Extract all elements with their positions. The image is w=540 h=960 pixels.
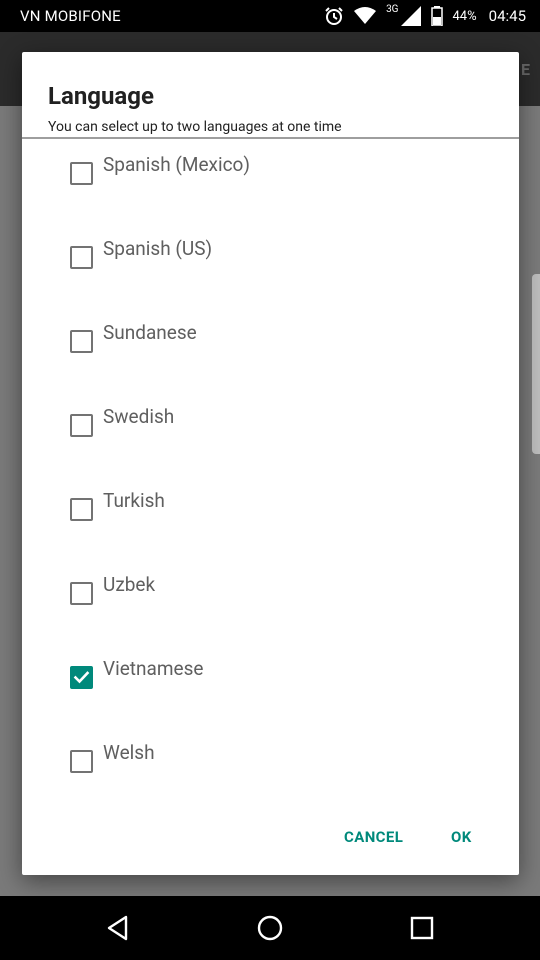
alarm-icon [324,6,344,26]
checkbox[interactable] [70,750,93,773]
language-list[interactable]: Spanish (Mexico) Spanish (US) Sundanese … [22,139,519,807]
network-type: 3G [386,3,399,15]
back-button[interactable] [86,896,150,960]
language-label: Vietnamese [103,657,204,680]
language-label: Uzbek [103,573,156,596]
language-item[interactable]: Sundanese [22,307,519,367]
language-item[interactable]: Spanish (Mexico) [22,139,519,199]
checkbox[interactable] [70,330,93,353]
dialog-title: Language [48,82,154,110]
cancel-button[interactable]: CANCEL [344,819,403,855]
dialog-actions: CANCEL OK [22,819,519,855]
checkbox[interactable] [70,246,93,269]
language-label: Spanish (Mexico) [103,153,250,176]
ok-button[interactable]: OK [451,819,472,855]
checkbox[interactable] [70,498,93,521]
wifi-icon [354,7,377,25]
status-bar: VN MOBIFONE 3G 44% 04:45 [0,0,540,32]
language-item[interactable]: Vietnamese [22,643,519,703]
checkmark-icon [73,671,90,684]
language-dialog: Language You can select up to two langua… [22,52,519,875]
checkbox[interactable] [70,582,93,605]
recents-button[interactable] [390,896,454,960]
battery-icon [430,6,443,26]
checkbox-checked[interactable] [70,666,93,689]
home-icon [257,915,283,941]
dialog-subtitle: You can select up to two languages at on… [48,119,342,135]
navigation-bar [0,896,540,960]
language-item[interactable]: Welsh [22,727,519,787]
language-label: Sundanese [103,321,197,344]
language-item[interactable]: Swedish [22,391,519,451]
language-label: Swedish [103,405,175,428]
clock: 04:45 [488,7,526,25]
battery-percent: 44% [452,8,477,24]
back-icon [107,915,128,941]
language-label: Turkish [103,489,165,512]
language-item[interactable]: Turkish [22,475,519,535]
language-label: Spanish (US) [103,237,213,260]
language-label: Welsh [103,741,155,764]
language-item[interactable]: Spanish (US) [22,223,519,283]
home-button[interactable] [238,896,302,960]
scroll-handle [532,274,540,454]
checkbox[interactable] [70,414,93,437]
carrier-name: VN MOBIFONE [20,7,121,25]
language-item[interactable]: Uzbek [22,559,519,619]
checkbox[interactable] [70,162,93,185]
appbar-action: E [521,60,530,79]
signal-icon [400,6,421,26]
recents-icon [410,916,434,940]
status-icons: 3G 44% 04:45 [324,3,526,26]
